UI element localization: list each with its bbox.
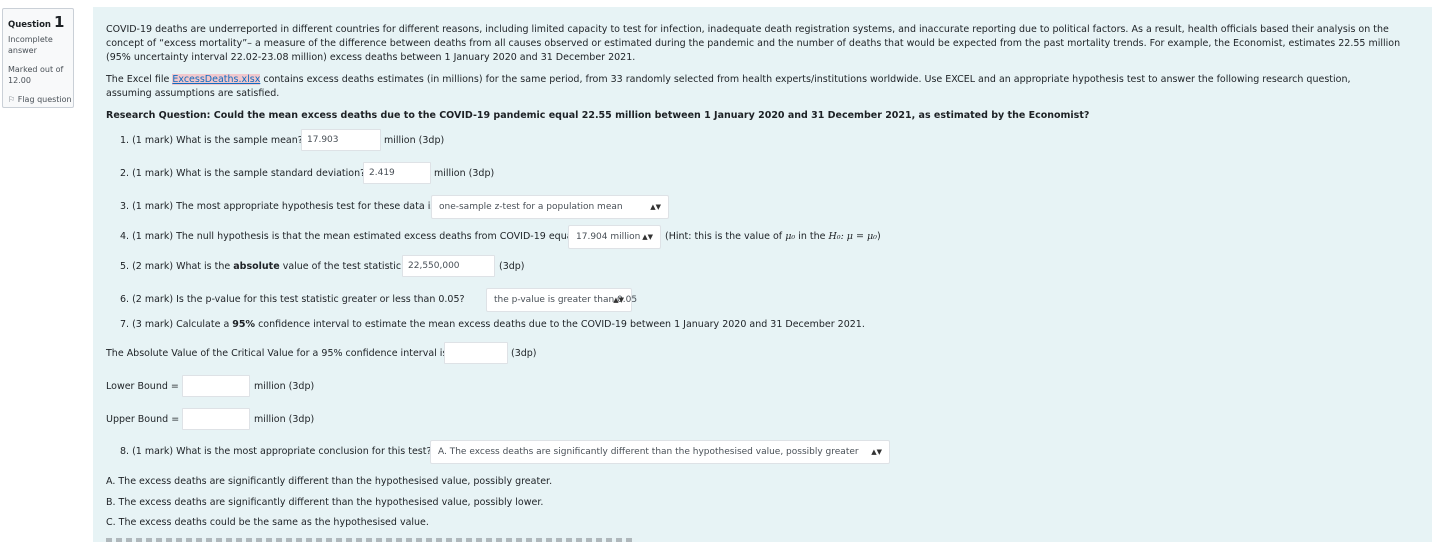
q2-unit: million (3dp) — [434, 168, 495, 179]
hint-text-c: ) — [876, 231, 881, 242]
conclusion-selected: A. The excess deaths are significantly d… — [438, 447, 859, 457]
flag-question-link[interactable]: ⚐ Flag question — [8, 95, 72, 104]
question-label: Question — [8, 20, 51, 30]
critical-value-input[interactable] — [444, 342, 508, 364]
hint-text-a: (Hint: this is the value of — [665, 231, 786, 242]
p-value-select[interactable]: the p-value is greater than 0.05 ▲▼ — [486, 288, 637, 312]
q5-unit: (3dp) — [499, 261, 525, 272]
select-caret-icon: ▲▼ — [650, 203, 661, 211]
intro-paragraph: COVID-19 deaths are underreported in dif… — [106, 24, 1401, 64]
question-grade: Marked out of 12.00 — [8, 64, 63, 86]
state-line-2: answer — [8, 46, 37, 55]
q3-label: 3. (1 mark) The most appropriate hypothe… — [120, 201, 436, 212]
lower-bound-unit: million (3dp) — [254, 381, 315, 392]
file-paragraph: The Excel file ExcessDeaths.xlsx contain… — [106, 73, 1396, 101]
q7-label-b: confidence interval to estimate the mean… — [255, 319, 865, 330]
q7-label: 7. (3 mark) Calculate a 95% confidence i… — [120, 319, 865, 330]
critical-value-unit: (3dp) — [511, 348, 537, 359]
flag-question-label: Flag question — [17, 95, 72, 104]
null-hypothesis-select[interactable]: 17.904 million ▲▼ — [568, 225, 661, 249]
option-c: C. The excess deaths could be the same a… — [106, 517, 429, 528]
excess-deaths-file-link[interactable]: ExcessDeaths.xlsx — [172, 74, 261, 85]
question-state: Incomplete answer — [8, 34, 53, 56]
upper-bound-unit: million (3dp) — [254, 414, 315, 425]
hint-mu0: μ₀ — [785, 231, 796, 242]
q8-label: 8. (1 mark) What is the most appropriate… — [120, 446, 432, 457]
research-question: Research Question: Could the mean excess… — [106, 110, 1090, 121]
option-b: B. The excess deaths are significantly d… — [106, 497, 544, 508]
q2-label: 2. (1 mark) What is the sample standard … — [120, 168, 366, 179]
hypothesis-test-selected: one-sample z-test for a population mean — [439, 202, 623, 212]
q5-label-b: value of the test statistic ? — [279, 261, 410, 272]
sample-sd-input[interactable]: 2.419 — [363, 162, 431, 184]
question-number: Question 1 — [8, 13, 64, 31]
conclusion-select[interactable]: A. The excess deaths are significantly d… — [430, 440, 890, 464]
hint-text-b: in the — [795, 231, 829, 242]
hint-h0: H₀: μ = μ₀ — [828, 231, 877, 242]
null-hypothesis-selected: 17.904 million — [576, 232, 641, 242]
cut-off-text-line — [106, 538, 636, 542]
grade-line-2: 12.00 — [8, 76, 31, 85]
q5-label-a: 5. (2 mark) What is the — [120, 261, 234, 272]
upper-bound-input[interactable] — [182, 408, 250, 430]
sample-mean-input[interactable]: 17.903 — [301, 129, 381, 151]
select-caret-icon: ▲▼ — [642, 233, 653, 241]
q7-label-a: 7. (3 mark) Calculate a — [120, 319, 233, 330]
file-paragraph-text-a: The Excel file — [106, 74, 173, 85]
q4-hint: (Hint: this is the value of μ₀ in the H₀… — [665, 231, 881, 242]
flag-icon: ⚐ — [8, 95, 16, 104]
q4-label: 4. (1 mark) The null hypothesis is that … — [120, 231, 576, 242]
upper-bound-label: Upper Bound = — [106, 414, 180, 425]
option-a: A. The excess deaths are significantly d… — [106, 476, 553, 487]
q5-label-bold: absolute — [233, 261, 280, 272]
hypothesis-test-select[interactable]: one-sample z-test for a population mean … — [431, 195, 669, 219]
q1-label: 1. (1 mark) What is the sample mean? — [120, 135, 303, 146]
question-number-value: 1 — [53, 13, 65, 31]
question-info-panel: Question 1 Incomplete answer Marked out … — [2, 8, 74, 108]
state-line-1: Incomplete — [8, 35, 53, 44]
test-statistic-input[interactable]: 22,550,000 — [402, 255, 495, 277]
file-paragraph-text-b: contains excess deaths estimates (in mil… — [106, 74, 1351, 100]
q1-unit: million (3dp) — [384, 135, 445, 146]
q6-label: 6. (2 mark) Is the p-value for this test… — [120, 294, 465, 305]
grade-line-1: Marked out of — [8, 65, 64, 74]
q7-label-bold: 95% — [232, 319, 256, 330]
critical-value-label: The Absolute Value of the Critical Value… — [106, 348, 448, 359]
question-content: COVID-19 deaths are underreported in dif… — [93, 7, 1432, 542]
select-caret-icon: ▲▼ — [613, 296, 624, 304]
select-caret-icon: ▲▼ — [871, 448, 882, 456]
q5-label: 5. (2 mark) What is the absolute value o… — [120, 261, 409, 272]
lower-bound-label: Lower Bound = — [106, 381, 179, 392]
lower-bound-input[interactable] — [182, 375, 250, 397]
